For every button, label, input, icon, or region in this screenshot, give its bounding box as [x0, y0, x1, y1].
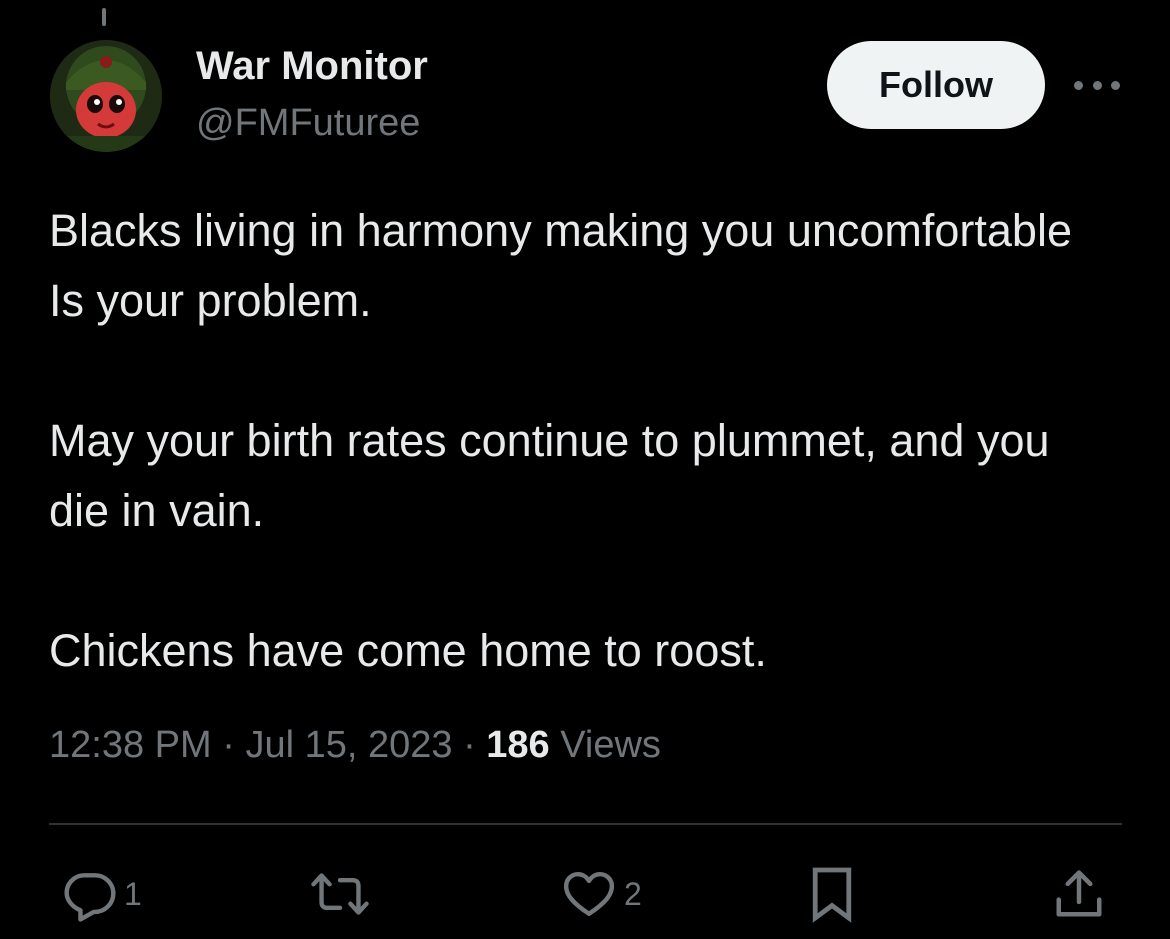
meta-separator: ·	[222, 724, 235, 766]
reply-icon	[64, 873, 116, 922]
retweet-icon	[311, 873, 369, 915]
divider	[49, 823, 1122, 825]
retweet-button[interactable]	[310, 866, 370, 922]
follow-button[interactable]: Follow	[827, 41, 1045, 129]
bookmark-button[interactable]	[808, 866, 856, 923]
share-button[interactable]	[1052, 866, 1106, 922]
tweet-time[interactable]: 12:38 PM	[49, 724, 212, 766]
avatar[interactable]	[50, 40, 162, 152]
reply-count: 1	[124, 875, 142, 912]
reply-button[interactable]: 1	[62, 866, 142, 922]
more-dot	[1111, 80, 1120, 90]
thread-connector-line	[102, 8, 106, 26]
bookmark-icon	[812, 867, 852, 923]
author-display-name[interactable]: War Monitor	[196, 44, 428, 89]
share-icon	[1056, 870, 1102, 917]
author-handle[interactable]: @FMFuturee	[196, 102, 420, 145]
views-count: 186	[486, 724, 550, 766]
tweet-paragraph: Blacks living in harmony making you unco…	[49, 205, 1072, 326]
more-dot	[1092, 80, 1102, 90]
tweet-text: Blacks living in harmony making you unco…	[49, 196, 1109, 686]
tweet-date[interactable]: Jul 15, 2023	[245, 724, 452, 766]
like-count: 2	[624, 875, 642, 912]
heart-icon	[563, 871, 615, 917]
tweet-meta: 12:38 PM · Jul 15, 2023 · 186 Views	[49, 724, 661, 767]
like-button[interactable]: 2	[560, 866, 642, 922]
tweet-paragraph: Chickens have come home to roost.	[49, 625, 767, 676]
more-icon[interactable]	[1074, 74, 1120, 96]
tweet-paragraph: May your birth rates continue to plummet…	[49, 415, 1050, 536]
more-dot	[1074, 80, 1083, 90]
views-label: Views	[560, 724, 661, 766]
meta-separator: ·	[463, 724, 476, 766]
